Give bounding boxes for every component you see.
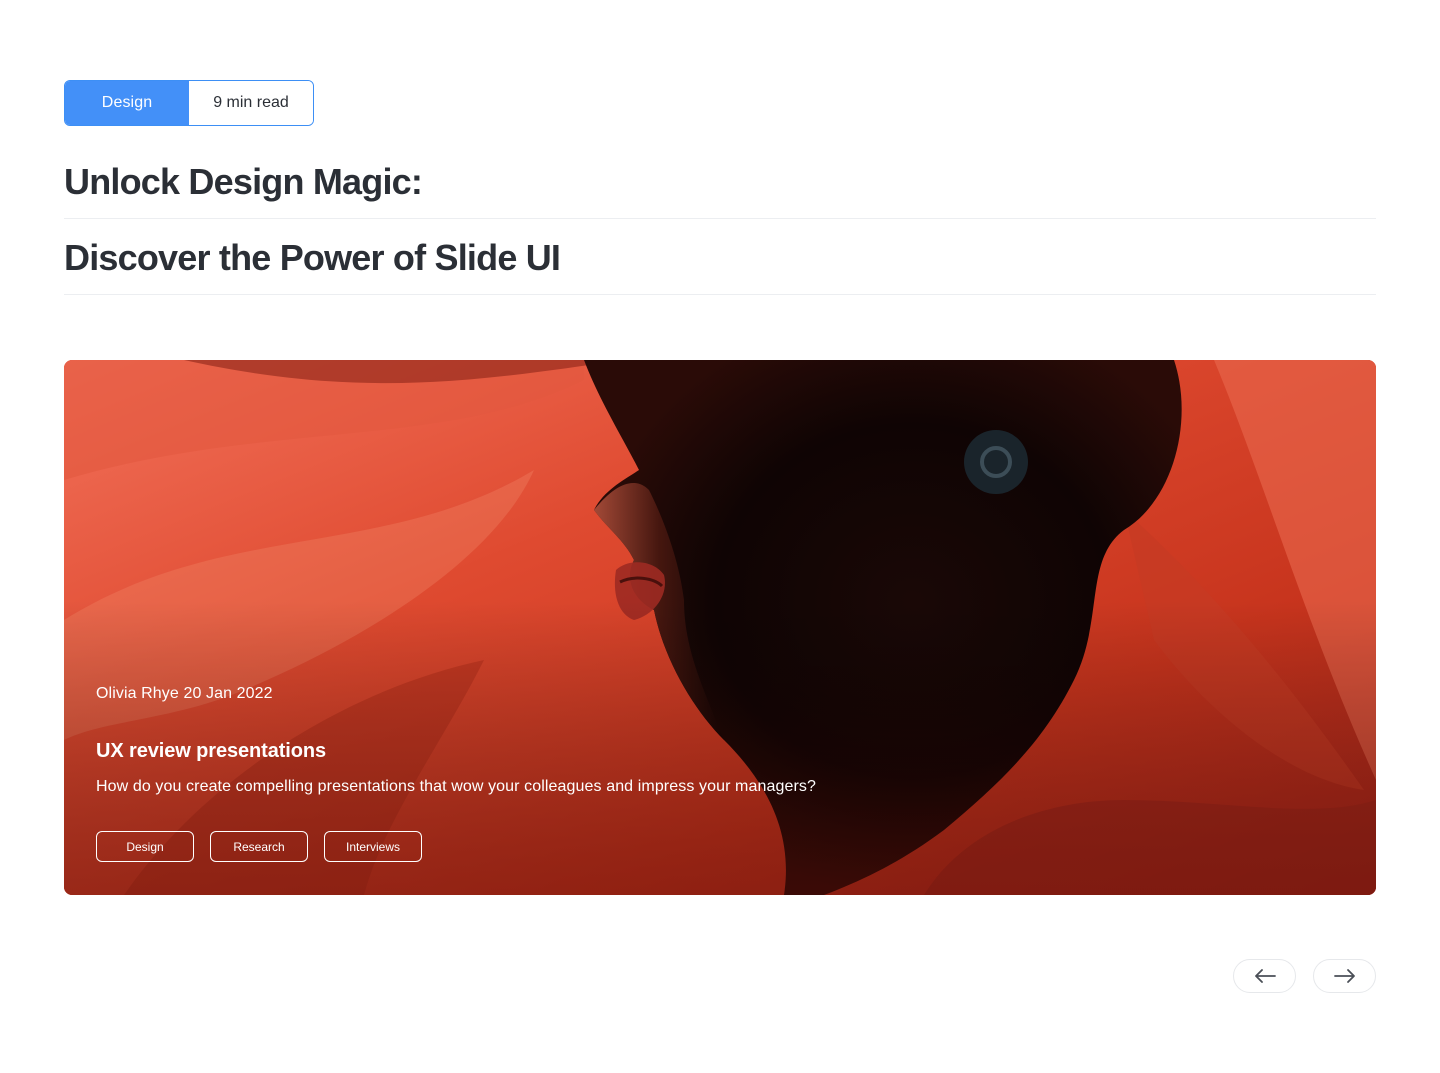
tag-design[interactable]: Design xyxy=(96,831,194,862)
slide-content: Olivia Rhye 20 Jan 2022 UX review presen… xyxy=(96,360,1096,895)
divider xyxy=(64,218,1376,219)
tag-research[interactable]: Research xyxy=(210,831,308,862)
read-time-badge: 9 min read xyxy=(189,81,313,125)
tag-list: Design Research Interviews xyxy=(96,831,422,862)
headline-line-1: Unlock Design Magic: xyxy=(64,161,423,202)
divider xyxy=(64,294,1376,295)
article-badge: Design 9 min read xyxy=(64,80,314,126)
category-badge[interactable]: Design xyxy=(65,81,189,125)
hero-slide-card[interactable]: Olivia Rhye 20 Jan 2022 UX review presen… xyxy=(64,360,1376,895)
blog-slider-page: Design 9 min read Unlock Design Magic: D… xyxy=(0,0,1440,1073)
arrow-left-icon xyxy=(1254,969,1276,983)
slide-title[interactable]: UX review presentations xyxy=(96,740,326,763)
author-date: Olivia Rhye 20 Jan 2022 xyxy=(96,685,273,702)
next-slide-button[interactable] xyxy=(1313,959,1376,993)
tag-interviews[interactable]: Interviews xyxy=(324,831,422,862)
arrow-right-icon xyxy=(1333,969,1355,983)
slide-description: How do you create compelling presentatio… xyxy=(96,778,817,795)
headline-line-2: Discover the Power of Slide UI xyxy=(64,237,561,278)
previous-slide-button[interactable] xyxy=(1233,959,1296,993)
